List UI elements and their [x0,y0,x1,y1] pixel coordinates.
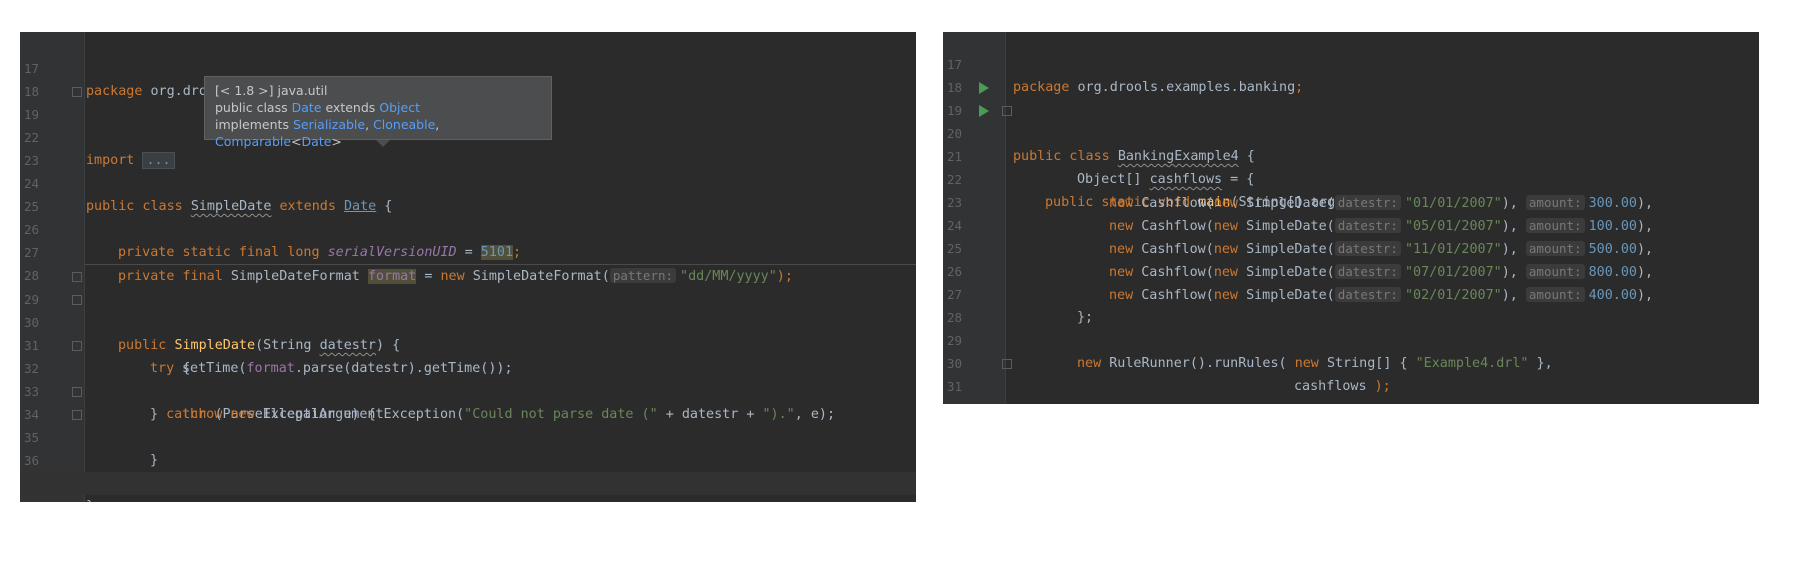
code-line[interactable]: 28 [943,283,1759,325]
code-line[interactable]: 34 } [20,380,916,468]
code-line[interactable]: 19 public class BankingExample4 { [943,76,1759,164]
run-class-icon[interactable] [979,82,989,94]
tooltip-text: < [291,134,302,149]
tooltip-text: > [331,134,342,149]
fold-plus-icon[interactable] [72,87,82,97]
code-line[interactable]: 22 new Cashflow(new SimpleDate(datestr: "… [943,145,1759,211]
code-line[interactable]: 28 [20,241,916,283]
tooltip-text: implements [215,117,293,132]
run-main-icon[interactable] [979,105,989,117]
tooltip-text: extends [321,100,380,115]
tooltip-line-2: public class Date extends Object [215,99,541,116]
code-line[interactable]: 31 setTime(format.parse(datestr).getTime… [20,311,916,376]
line-number: 32 [947,398,981,404]
code-line[interactable]: 23 new Cashflow(new SimpleDate(datestr: "… [943,168,1759,234]
code-line[interactable]: 29 new RuleRunner().runRules( new String… [943,306,1759,371]
code-line[interactable]: 17 package org.drools.examples.banking; [20,34,916,99]
fold-minus-icon[interactable] [72,272,82,282]
code-line[interactable]: 17 package org.drools.examples.banking; [943,32,1759,95]
fold-end-icon[interactable] [72,410,82,420]
code-line[interactable]: 35 } [20,403,916,491]
code-line[interactable]: 33 throw new IllegalArgumentException("C… [20,357,916,422]
code-line[interactable]: 32 } catch (ParseException e) { [20,334,916,422]
code-line[interactable]: 32 } [943,375,1759,404]
code-line[interactable]: 24 new Cashflow(new SimpleDate(datestr: "… [943,191,1759,257]
code-line[interactable]: 18 [943,53,1759,95]
tooltip-line-1: [< 1.8 >] java.util [215,83,328,98]
code-line[interactable]: 27 private final SimpleDateFormat format… [20,218,916,284]
tooltip-link-serializable[interactable]: Serializable [293,117,365,132]
code-line[interactable]: 20 public static void main(String[] args… [943,99,1759,210]
tooltip-link-object[interactable]: Object [379,100,420,115]
tooltip-pointer [376,140,390,147]
code-line[interactable]: 30 cashflows ); [943,329,1759,394]
right-code-editor[interactable]: 17 package org.drools.examples.banking; … [943,32,1759,404]
line-number: 38 [24,495,58,502]
code-line[interactable]: 26 private static final long serialVersi… [20,195,916,260]
tooltip-link-cloneable[interactable]: Cloneable [373,117,435,132]
tooltip-link-date[interactable]: Date [292,100,322,115]
fold-end-icon[interactable] [1002,359,1012,369]
code-line[interactable]: 21 Object[] cashflows = { [943,122,1759,187]
code-line[interactable]: 26 new Cashflow(new SimpleDate(datestr: "… [943,237,1759,303]
code-line[interactable]: 31 } [943,352,1759,394]
brace: } [86,499,94,502]
current-code-line[interactable]: 38 [20,472,916,502]
code-line[interactable]: 37 } [20,449,916,502]
code-line[interactable]: 30 try { [20,288,916,376]
fold-minus-icon[interactable] [72,295,82,305]
code-line[interactable]: 24 public class SimpleDate extends Date … [20,149,916,214]
code-line[interactable]: 27 }; [943,260,1759,325]
tooltip-link-comparable[interactable]: Comparable [215,134,291,149]
code-line[interactable]: 25 new Cashflow(new SimpleDate(datestr: "… [943,214,1759,280]
tooltip-link-date[interactable]: Date [302,134,332,149]
tooltip-text: , [365,117,374,132]
tooltip-text: public class [215,100,292,115]
code-line[interactable]: 29 public SimpleDate(String datestr) { [20,265,916,353]
fold-end-icon[interactable] [72,387,82,397]
left-code-editor[interactable]: 17 package org.drools.examples.banking; … [20,32,916,502]
fold-minus-icon[interactable] [72,341,82,351]
code-line[interactable]: 36 [20,426,916,468]
tooltip-text: , [435,117,440,132]
quick-documentation-tooltip: [< 1.8 >] java.util public class Date ex… [204,76,552,149]
code-line[interactable]: 25 [20,172,916,214]
fold-minus-icon[interactable] [1002,106,1012,116]
